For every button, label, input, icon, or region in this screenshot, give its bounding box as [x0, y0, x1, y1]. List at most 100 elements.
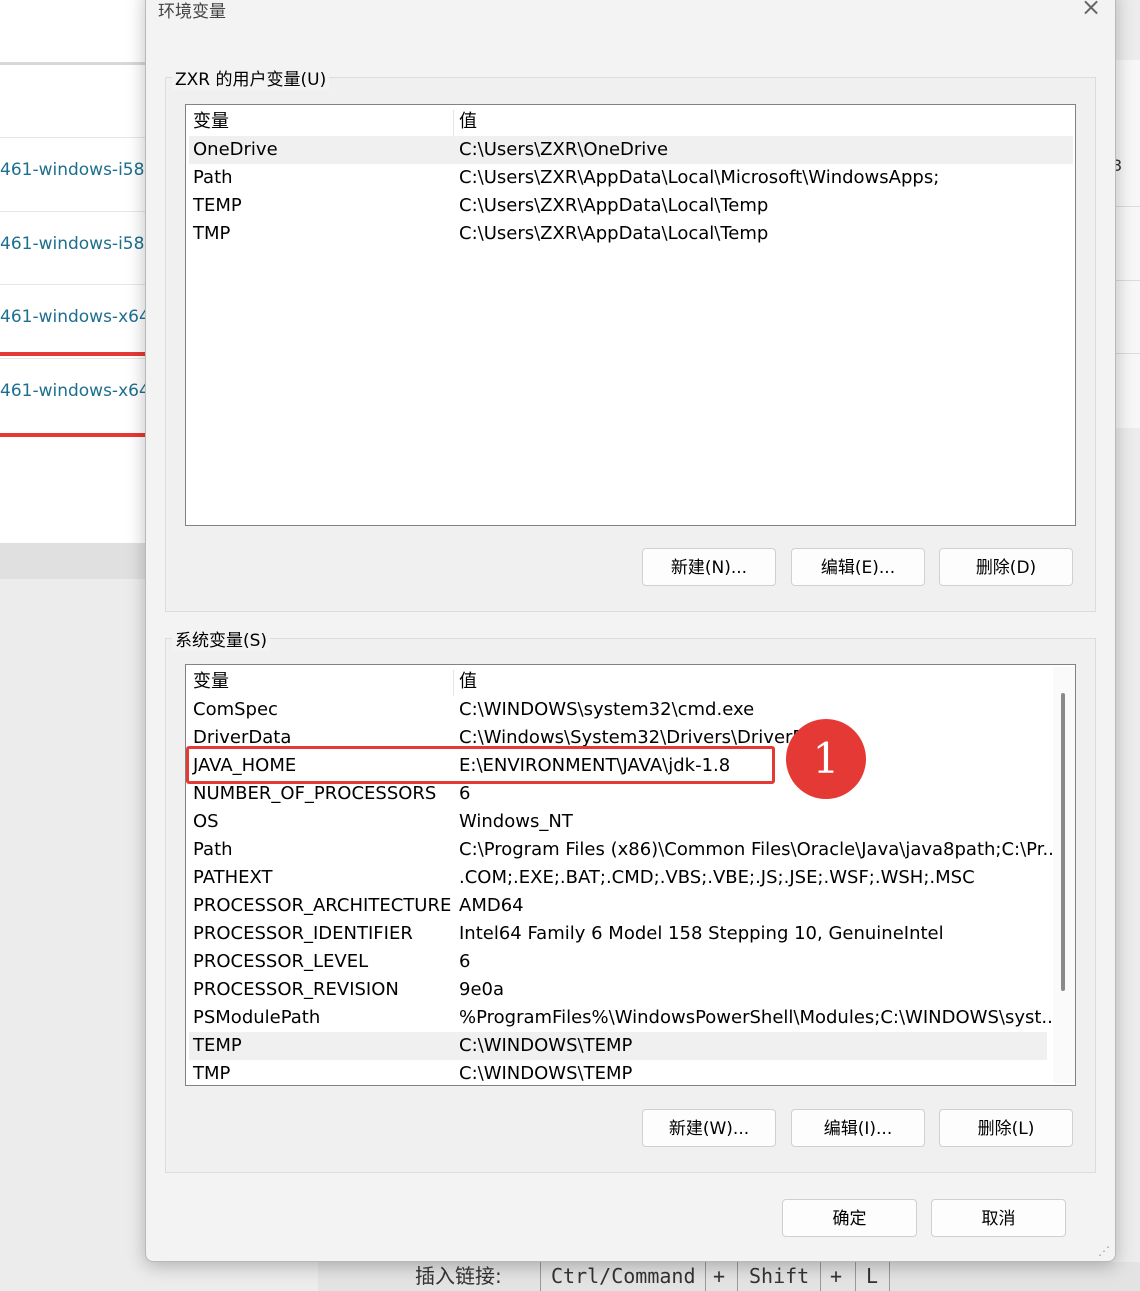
user-edit-button[interactable]: 编辑(E)... — [791, 548, 925, 586]
divider — [540, 1262, 541, 1291]
variable-name: Path — [193, 167, 233, 188]
variable-value: C:\Users\ZXR\AppData\Local\Microsoft\Win… — [459, 167, 940, 188]
system-variables-label: 系统变量(S) — [172, 626, 271, 651]
shortcut-key: + — [830, 1264, 843, 1288]
variable-name: OneDrive — [193, 139, 278, 160]
table-row[interactable]: PROCESSOR_LEVEL 6 — [189, 948, 1073, 976]
dialog-title: 环境变量 — [158, 2, 226, 22]
variable-name: TMP — [193, 1063, 231, 1084]
highlight-line — [0, 433, 146, 437]
divider — [1115, 280, 1140, 281]
column-separator[interactable] — [453, 670, 454, 696]
variable-value: 9e0a — [459, 979, 505, 1000]
table-row[interactable]: TMP C:\WINDOWS\TEMP — [189, 1060, 1073, 1085]
variable-name: PROCESSOR_ARCHITECTURE — [193, 895, 452, 916]
table-row[interactable]: TMP C:\Users\ZXR\AppData\Local\Temp — [189, 220, 1073, 248]
column-header-variable[interactable]: 变量 — [193, 108, 229, 136]
system-edit-button[interactable]: 编辑(I)... — [791, 1109, 925, 1147]
variable-name: ComSpec — [193, 699, 278, 720]
resize-grip-icon[interactable]: ⋰ — [1098, 1244, 1110, 1258]
divider — [855, 1262, 856, 1291]
shortcut-key: Ctrl/Command — [551, 1264, 696, 1288]
user-new-button[interactable]: 新建(N)... — [642, 548, 776, 586]
system-new-button[interactable]: 新建(W)... — [642, 1109, 776, 1147]
ok-button[interactable]: 确定 — [782, 1199, 917, 1237]
variable-value: Intel64 Family 6 Model 158 Stepping 10, … — [459, 923, 944, 944]
system-variables-list[interactable]: 变量 值 ComSpec C:\WINDOWS\system32\cmd.exe… — [185, 664, 1076, 1086]
divider — [705, 1262, 706, 1291]
table-row[interactable]: TEMP C:\WINDOWS\TEMP — [189, 1032, 1047, 1060]
file-link[interactable]: 461-windows-x64.z — [0, 284, 164, 358]
variable-value: C:\WINDOWS\system32\cmd.exe — [459, 699, 755, 720]
table-row[interactable]: PATHEXT .COM;.EXE;.BAT;.CMD;.VBS;.VBE;.J… — [189, 864, 1073, 892]
background-header — [0, 0, 146, 65]
variable-name: OS — [193, 811, 219, 832]
variable-name: PROCESSOR_REVISION — [193, 979, 399, 1000]
variable-value: C:\Program Files (x86)\Common Files\Orac… — [459, 839, 1060, 860]
variable-name: PATHEXT — [193, 867, 273, 888]
variable-name: TMP — [193, 223, 231, 244]
user-variables-label: ZXR 的用户变量(U) — [172, 65, 330, 90]
cancel-button[interactable]: 取消 — [931, 1199, 1066, 1237]
divider — [1115, 206, 1140, 207]
divider — [1115, 353, 1140, 354]
close-icon[interactable]: × — [1079, 0, 1103, 21]
variable-value: AMD64 — [459, 895, 524, 916]
column-header-value[interactable]: 值 — [459, 108, 477, 136]
column-header-variable[interactable]: 变量 — [193, 668, 229, 696]
variable-value: %ProgramFiles%\WindowsPowerShell\Modules… — [459, 1007, 1059, 1028]
table-row[interactable]: ComSpec C:\WINDOWS\system32\cmd.exe — [189, 696, 1073, 724]
user-delete-button[interactable]: 删除(D) — [939, 548, 1073, 586]
user-variables-list[interactable]: 变量 值 OneDrive C:\Users\ZXR\OneDrive Path… — [185, 104, 1076, 526]
divider — [889, 1262, 890, 1291]
table-row[interactable]: PROCESSOR_IDENTIFIER Intel64 Family 6 Mo… — [189, 920, 1073, 948]
annotation-highlight-box — [186, 746, 775, 784]
vertical-scrollbar[interactable] — [1053, 667, 1075, 1083]
annotation-number-badge: 1 — [786, 719, 866, 799]
background-file-list: 461-windows-i586.z 461-windows-i586.e 46… — [0, 65, 171, 543]
shortcut-key: + — [713, 1264, 726, 1288]
file-link[interactable]: 461-windows-i586.z — [0, 137, 170, 211]
background-right-panel — [1115, 60, 1140, 428]
table-row[interactable]: NUMBER_OF_PROCESSORS 6 — [189, 780, 1073, 808]
variable-value: .COM;.EXE;.BAT;.CMD;.VBS;.VBE;.JS;.JSE;.… — [459, 867, 975, 888]
variable-value: Windows_NT — [459, 811, 573, 832]
table-row[interactable]: OneDrive C:\Users\ZXR\OneDrive — [189, 136, 1073, 164]
system-delete-button[interactable]: 删除(L) — [939, 1109, 1073, 1147]
table-row[interactable]: PSModulePath %ProgramFiles%\WindowsPower… — [189, 1004, 1073, 1032]
table-row[interactable]: TEMP C:\Users\ZXR\AppData\Local\Temp — [189, 192, 1073, 220]
file-link[interactable]: 461-windows-i586.e — [0, 211, 171, 285]
shortcut-label: 插入链接: — [415, 1264, 502, 1288]
column-header-value[interactable]: 值 — [459, 668, 477, 696]
table-row[interactable]: PROCESSOR_ARCHITECTURE AMD64 — [189, 892, 1073, 920]
divider — [737, 1262, 738, 1291]
table-row[interactable]: Path C:\Users\ZXR\AppData\Local\Microsof… — [189, 164, 1073, 192]
list-header: 变量 值 — [189, 108, 1073, 136]
variable-value: 6 — [459, 783, 471, 804]
variable-value: 6 — [459, 951, 471, 972]
column-separator[interactable] — [453, 110, 454, 136]
shortcut-key: Shift — [749, 1264, 810, 1288]
list-header: 变量 值 — [189, 668, 1073, 696]
variable-value: C:\Users\ZXR\AppData\Local\Temp — [459, 223, 769, 244]
variable-value: C:\WINDOWS\TEMP — [459, 1063, 633, 1084]
file-link[interactable]: 461-windows-x64.e — [0, 358, 166, 432]
variable-name: TEMP — [193, 1035, 242, 1056]
variable-name: PSModulePath — [193, 1007, 321, 1028]
table-row[interactable]: Path C:\Program Files (x86)\Common Files… — [189, 836, 1073, 864]
variable-value: C:\Users\ZXR\OneDrive — [459, 139, 669, 160]
shortcut-key: L — [866, 1264, 879, 1288]
variable-value: C:\Users\ZXR\AppData\Local\Temp — [459, 195, 769, 216]
variable-name: PROCESSOR_IDENTIFIER — [193, 923, 413, 944]
scrollbar-thumb[interactable] — [1061, 693, 1065, 991]
variable-value: C:\WINDOWS\TEMP — [459, 1035, 633, 1056]
variable-name: PROCESSOR_LEVEL — [193, 951, 369, 972]
background-band — [0, 543, 146, 579]
divider — [820, 1262, 821, 1291]
table-row[interactable]: OS Windows_NT — [189, 808, 1073, 836]
table-row[interactable]: PROCESSOR_REVISION 9e0a — [189, 976, 1073, 1004]
highlight-line — [0, 352, 146, 356]
variable-name: NUMBER_OF_PROCESSORS — [193, 783, 437, 804]
variable-name: TEMP — [193, 195, 242, 216]
variable-name: Path — [193, 839, 233, 860]
